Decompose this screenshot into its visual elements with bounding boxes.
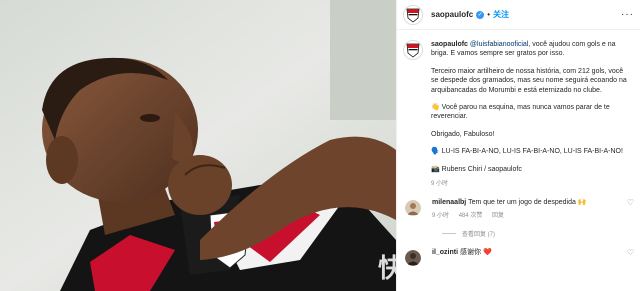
comment-meta: 9 小时 484 次赞 回复 bbox=[432, 212, 622, 221]
comment-username[interactable]: milenaalbj bbox=[432, 199, 466, 206]
view-replies-label: 查看回复 (7) bbox=[462, 232, 496, 239]
post-caption: saopaulofc @luisfabianooficial, você aju… bbox=[397, 30, 640, 189]
club-crest-icon bbox=[406, 43, 420, 58]
caption-username[interactable]: saopaulofc bbox=[431, 41, 468, 48]
like-heart-icon[interactable]: ♡ bbox=[627, 248, 634, 257]
follow-button[interactable]: 关注 bbox=[493, 9, 509, 20]
club-avatar[interactable] bbox=[403, 4, 423, 25]
player-photo-illustration bbox=[0, 0, 396, 291]
comment-body: milenaalbj Tem que ter um jogo de desped… bbox=[432, 198, 622, 221]
separator-dot: • bbox=[487, 10, 491, 19]
verified-badge-icon: ✓ bbox=[476, 10, 485, 19]
comment-time: 9 小时 bbox=[432, 213, 450, 220]
comment-username[interactable]: il_ozinti bbox=[432, 249, 458, 256]
replies-divider bbox=[442, 233, 456, 235]
post-username[interactable]: saopaulofc bbox=[431, 10, 473, 19]
caption-text: saopaulofc @luisfabianooficial, você aju… bbox=[431, 40, 631, 189]
post-photo bbox=[0, 0, 396, 291]
post-side-panel: saopaulofc ✓ • 关注 ··· saopaulofc @luisfa… bbox=[396, 0, 640, 291]
caption-paragraph-5: 🗣️ LU-IS FA-BI-A-NO, LU-IS FA-BI-A-NO, L… bbox=[431, 148, 623, 156]
like-heart-icon[interactable]: ♡ bbox=[627, 198, 634, 207]
caption-paragraph-3: 👋 Você parou na esquina, mas nunca vamos… bbox=[431, 104, 610, 121]
caption-paragraph-4: Obrigado, Fabuloso! bbox=[431, 130, 495, 138]
post-header: saopaulofc ✓ • 关注 ··· bbox=[397, 0, 640, 30]
club-crest-icon bbox=[406, 8, 420, 23]
more-options-icon[interactable]: ··· bbox=[621, 9, 634, 20]
caption-paragraph-2: Terceiro maior artilheiro de nossa histó… bbox=[431, 67, 627, 94]
comment-text: 感谢你 ❤️ bbox=[460, 249, 492, 257]
comment-item: milenaalbj Tem que ter um jogo de desped… bbox=[397, 198, 640, 221]
commenter-avatar[interactable] bbox=[405, 200, 421, 217]
caption-paragraph-6: 📸 Rubens Chiri / saopaulofc bbox=[431, 165, 522, 173]
caption-avatar[interactable] bbox=[403, 40, 423, 60]
mention-link[interactable]: @luisfabianooficial bbox=[470, 41, 528, 48]
comment-item: il_ozinti 感谢你 ❤️ ♡ bbox=[397, 248, 640, 267]
comment-body: il_ozinti 感谢你 ❤️ bbox=[432, 248, 622, 257]
comment-likes[interactable]: 484 次赞 bbox=[459, 213, 483, 219]
reply-button[interactable]: 回复 bbox=[492, 213, 504, 219]
view-replies-button[interactable]: 查看回复 (7) bbox=[442, 229, 640, 238]
comment-text: Tem que ter um jogo de despedida 🙌 bbox=[468, 199, 587, 207]
commenter-avatar[interactable] bbox=[405, 250, 421, 267]
caption-timestamp: 9 小时 bbox=[431, 181, 449, 188]
